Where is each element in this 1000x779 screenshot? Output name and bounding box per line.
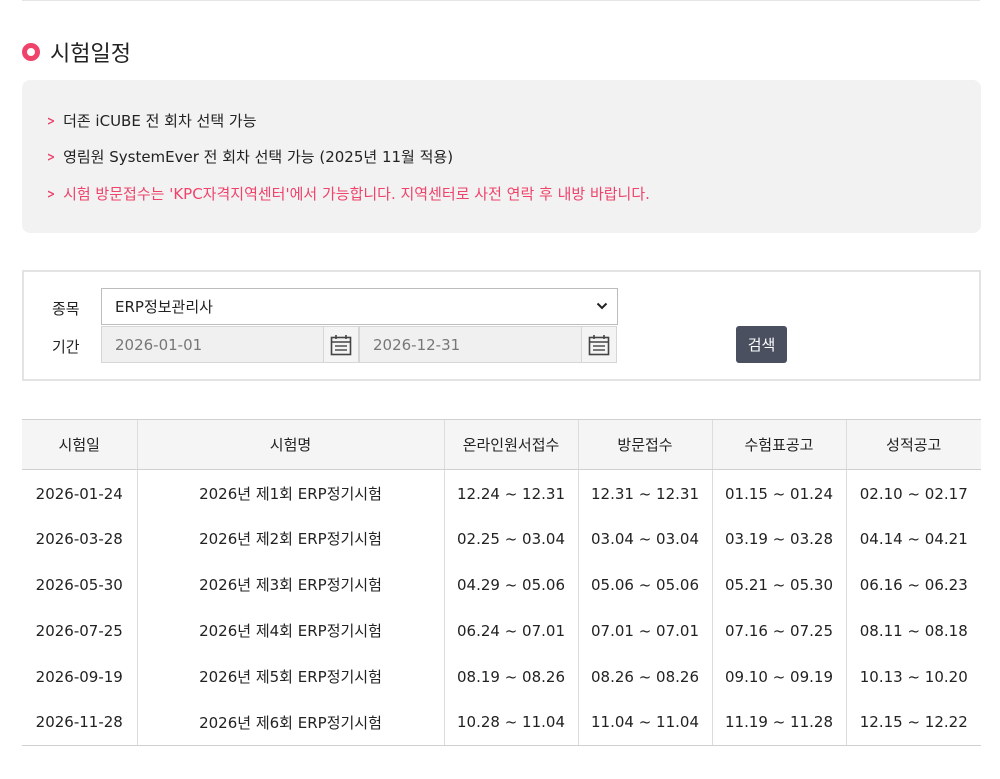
visit-application-cell: 11.04 ~ 11.04 <box>577 699 712 746</box>
end-date-value: 2026-12-31 <box>373 335 461 354</box>
subject-selected-value: ERP정보관리사 <box>115 298 213 316</box>
admission-ticket-cell: 01.15 ~ 01.24 <box>711 469 846 516</box>
start-date-value: 2026-01-01 <box>115 335 203 354</box>
end-date-calendar-button[interactable] <box>581 326 617 363</box>
visit-application-cell: 12.31 ~ 12.31 <box>577 469 712 516</box>
chevron-down-icon <box>596 302 608 310</box>
admission-ticket-cell: 07.16 ~ 07.25 <box>711 607 846 654</box>
end-date-input[interactable]: 2026-12-31 <box>359 326 617 363</box>
result-announcement-cell: 10.13 ~ 10.20 <box>845 653 981 700</box>
chevron-right-icon: > <box>47 186 56 201</box>
online-application-cell: 08.19 ~ 08.26 <box>443 653 578 700</box>
page-title: 시험일정 <box>50 42 131 67</box>
result-announcement-cell: 08.11 ~ 08.18 <box>845 607 981 654</box>
column-header-result-announcement: 성적공고 <box>845 419 981 470</box>
notice-text: 영림원 SystemEver 전 회차 선택 가능 (2025년 11월 적용) <box>63 148 454 166</box>
online-application-cell: 04.29 ~ 05.06 <box>443 561 578 608</box>
admission-ticket-cell: 05.21 ~ 05.30 <box>711 561 846 608</box>
table-row: 2026-05-30 2026년 제3회 ERP정기시험 04.29 ~ 05.… <box>22 561 981 608</box>
table-row: 2026-09-19 2026년 제5회 ERP정기시험 08.19 ~ 08.… <box>22 653 981 700</box>
exam-date-cell: 2026-05-30 <box>35 575 123 594</box>
title-bullet-icon <box>22 43 40 61</box>
chevron-right-icon: > <box>47 113 56 128</box>
result-announcement-cell: 04.14 ~ 04.21 <box>845 515 981 562</box>
exam-name-cell: 2026년 제1회 ERP정기시험 <box>136 469 444 516</box>
exam-date-cell: 2026-03-28 <box>35 529 123 548</box>
exam-date-cell: 2026-07-25 <box>35 621 123 640</box>
table-row: 2026-07-25 2026년 제4회 ERP정기시험 06.24 ~ 07.… <box>22 607 981 654</box>
subject-label: 종목 <box>52 300 80 318</box>
exam-name-cell: 2026년 제5회 ERP정기시험 <box>136 653 444 700</box>
exam-date-cell: 2026-01-24 <box>35 484 123 503</box>
exam-name-cell: 2026년 제4회 ERP정기시험 <box>136 607 444 654</box>
period-label: 기간 <box>52 338 80 356</box>
admission-ticket-cell: 11.19 ~ 11.28 <box>711 699 846 746</box>
result-announcement-cell: 06.16 ~ 06.23 <box>845 561 981 608</box>
search-panel: 종목 ERP정보관리사 기간 2026-01-01 2026-12-31 검색 <box>22 270 981 381</box>
column-header-admission-ticket: 수험표공고 <box>711 419 846 470</box>
column-header-exam-name: 시험명 <box>136 419 444 470</box>
start-date-calendar-button[interactable] <box>323 326 359 363</box>
calendar-icon <box>588 334 610 355</box>
exam-date-cell: 2026-09-19 <box>35 667 123 686</box>
admission-ticket-cell: 09.10 ~ 09.19 <box>711 653 846 700</box>
table-row: 2026-03-28 2026년 제2회 ERP정기시험 02.25 ~ 03.… <box>22 515 981 562</box>
top-divider <box>22 0 980 1</box>
start-date-input[interactable]: 2026-01-01 <box>101 326 359 363</box>
column-header-online-application: 온라인원서접수 <box>443 419 578 470</box>
visit-application-cell: 08.26 ~ 08.26 <box>577 653 712 700</box>
visit-application-cell: 07.01 ~ 07.01 <box>577 607 712 654</box>
notice-text: 더존 iCUBE 전 회차 선택 가능 <box>63 112 257 130</box>
online-application-cell: 06.24 ~ 07.01 <box>443 607 578 654</box>
search-button[interactable]: 검색 <box>736 326 787 363</box>
admission-ticket-cell: 03.19 ~ 03.28 <box>711 515 846 562</box>
result-announcement-cell: 02.10 ~ 02.17 <box>845 469 981 516</box>
section-header: 시험일정 <box>22 36 131 68</box>
column-header-visit-application: 방문접수 <box>577 419 712 470</box>
column-header-exam-date: 시험일 <box>22 419 137 470</box>
online-application-cell: 02.25 ~ 03.04 <box>443 515 578 562</box>
notice-box: > 더존 iCUBE 전 회차 선택 가능 > 영림원 SystemEver 전… <box>22 80 981 233</box>
exam-schedule-table: 시험일 시험명 온라인원서접수 방문접수 수험표공고 성적공고 2026-01-… <box>22 419 981 746</box>
notice-item: > 더존 iCUBE 전 회차 선택 가능 <box>46 110 257 131</box>
online-application-cell: 12.24 ~ 12.31 <box>443 469 578 516</box>
exam-date-cell: 2026-11-28 <box>22 699 137 746</box>
online-application-cell: 10.28 ~ 11.04 <box>443 699 578 746</box>
exam-name-cell: 2026년 제2회 ERP정기시험 <box>136 515 444 562</box>
exam-name-cell: 2026년 제6회 ERP정기시험 <box>136 699 444 746</box>
visit-application-cell: 05.06 ~ 05.06 <box>577 561 712 608</box>
calendar-icon <box>330 334 352 355</box>
table-row: 2026-11-28 2026년 제6회 ERP정기시험 10.28 ~ 11.… <box>22 699 981 746</box>
table-header-row: 시험일 시험명 온라인원서접수 방문접수 수험표공고 성적공고 <box>22 419 981 470</box>
result-announcement-cell: 12.15 ~ 12.22 <box>845 699 981 746</box>
table-row: 2026-01-24 2026년 제1회 ERP정기시험 12.24 ~ 12.… <box>22 469 981 516</box>
chevron-right-icon: > <box>47 149 56 164</box>
visit-application-cell: 03.04 ~ 03.04 <box>577 515 712 562</box>
exam-name-cell: 2026년 제3회 ERP정기시험 <box>136 561 444 608</box>
notice-item: > 영림원 SystemEver 전 회차 선택 가능 (2025년 11월 적… <box>46 146 453 167</box>
subject-select[interactable]: ERP정보관리사 <box>101 288 618 325</box>
notice-text: 시험 방문접수는 'KPC자격지역센터'에서 가능합니다. 지역센터로 사전 연… <box>63 185 650 203</box>
notice-item-highlight: > 시험 방문접수는 'KPC자격지역센터'에서 가능합니다. 지역센터로 사전… <box>46 183 650 204</box>
